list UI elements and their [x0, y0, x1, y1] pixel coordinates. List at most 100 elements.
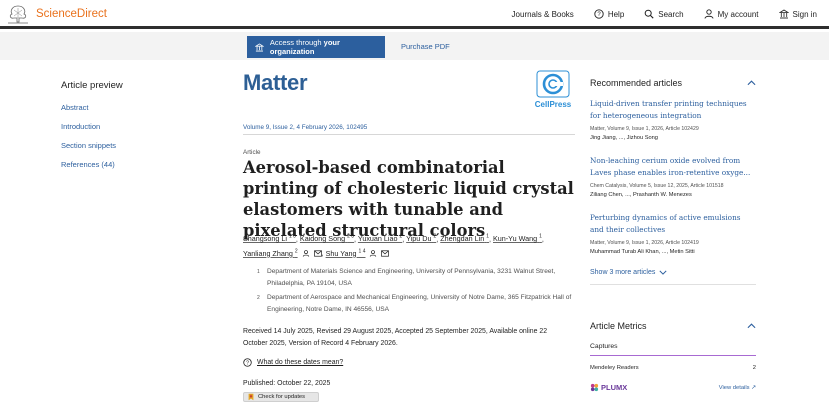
author-name: Shu Yang [325, 248, 357, 258]
author-link[interactable]: Yanliang Zhang 2 [243, 248, 298, 258]
affiliation: 2 Department of Aerospace and Mechanical … [257, 292, 575, 316]
svg-text:?: ? [597, 12, 601, 18]
mendeley-readers-row: Mendeley Readers 2 [590, 365, 756, 371]
mendeley-value: 2 [752, 365, 756, 371]
article-preview-nav: Article preview Abstract Introduction Se… [61, 80, 181, 179]
introduction-link[interactable]: Introduction [61, 122, 181, 131]
sign-in-link[interactable]: Sign in [778, 9, 817, 19]
author-sup: 1 [539, 234, 542, 240]
my-account-link[interactable]: My account [704, 9, 759, 19]
cellpress-wordmark: CellPress [535, 100, 572, 109]
help-icon: ? [243, 358, 252, 367]
affiliation-sup: 2 [257, 295, 260, 301]
divider [243, 134, 575, 135]
author-sup: 1 [486, 234, 489, 240]
abstract-link[interactable]: Abstract [61, 103, 181, 112]
show-more-label: Show 3 more articles [590, 269, 656, 276]
view-details-label: View details [718, 384, 750, 391]
chevron-down-icon [659, 270, 667, 275]
author-link[interactable]: Shu Yang 1 4 [325, 248, 366, 258]
recommended-title-link[interactable]: Perturbing dynamics of active emulsions … [590, 212, 756, 236]
sciencedirect-logo[interactable]: ScienceDirect [6, 4, 107, 24]
author-sup: 1 4 [358, 248, 366, 255]
check-updates-label: Check for updates [258, 394, 306, 400]
recommended-meta: Matter, Volume 9, Issue 1, 2026, Article… [590, 126, 699, 132]
institution-icon [778, 9, 789, 19]
published-date: Published: October 22, 2025 [243, 380, 331, 387]
elsevier-tree-icon [6, 4, 30, 24]
external-link-icon: ↗ [751, 384, 756, 391]
brand-name: ScienceDirect [36, 8, 107, 20]
email-icon[interactable] [381, 250, 390, 257]
author-name: Yipu Du [406, 234, 432, 244]
help-link[interactable]: ? Help [594, 9, 624, 19]
references-link[interactable]: References (44) [61, 160, 181, 169]
recommended-title-link[interactable]: Non-leaching cerium oxide evolved from L… [590, 155, 756, 179]
plumx-icon [590, 383, 599, 392]
author-sup: 2 [433, 234, 437, 240]
article-metrics: Article Metrics Captures Mendeley Reader… [590, 321, 756, 392]
metrics-title: Article Metrics [590, 321, 647, 331]
article-dates: Received 14 July 2025, Revised 29 August… [243, 328, 548, 347]
svg-text:?: ? [246, 360, 249, 366]
purchase-pdf-link[interactable]: Purchase PDF [401, 42, 450, 51]
access-through-organization-button[interactable]: Access through your organization [247, 36, 385, 58]
affiliation-sup: 1 [257, 269, 260, 275]
cellpress-logo[interactable]: CellPress [531, 70, 575, 110]
access-button-label: Access through your organization [270, 38, 385, 56]
header-nav: Journals & Books ? Help Search My accoun… [512, 9, 817, 19]
author-link[interactable]: Kaidong Song 2 3 [300, 234, 354, 243]
journal-reference-link[interactable]: Volume 9, Issue 2, 4 February 2026, 1024… [243, 124, 367, 131]
author-link[interactable]: Yipu Du 2 [406, 234, 436, 243]
mendeley-label: Mendeley Readers [590, 365, 639, 371]
recommended-authors: Muhammad Turab Ali Khan, ..., Metin Sitt… [590, 249, 695, 255]
check-for-updates-button[interactable]: Check for updates [243, 392, 319, 402]
recommended-meta: Matter, Volume 9, Issue 1, 2026, Article… [590, 240, 699, 246]
section-snippets-link[interactable]: Section snippets [61, 141, 181, 150]
plumx-row: PLUMX View details ↗ [590, 383, 756, 392]
author-list: Shangsong Li 1 3, Kaidong Song 2 3, Yuxu… [243, 234, 544, 258]
crossmark-icon [248, 393, 254, 401]
journals-books-link[interactable]: Journals & Books [512, 10, 574, 19]
article-type: Article [243, 149, 261, 156]
author-name: Yanliang Zhang [243, 248, 293, 258]
recommended-title-link[interactable]: Liquid-driven transfer printing techniqu… [590, 98, 756, 122]
author-link[interactable]: Yuxuan Liao 2 [358, 234, 402, 243]
recommended-item: Non-leaching cerium oxide evolved from L… [590, 155, 756, 198]
search-label: Search [658, 9, 684, 19]
author-link[interactable]: Shangsong Li 1 3 [243, 234, 296, 243]
recommended-title: Recommended articles [590, 78, 683, 88]
journals-label: Journals & Books [511, 9, 574, 19]
author-link[interactable]: Zhengdan Lin 1 [440, 234, 489, 243]
chevron-up-icon [747, 323, 756, 329]
access-prefix: Access through [269, 38, 324, 47]
top-header: ScienceDirect Journals & Books ? Help Se… [0, 0, 829, 29]
account-label: My account [717, 9, 759, 19]
affiliation-text: Department of Aerospace and Mechanical E… [267, 294, 572, 313]
captures-heading: Captures [590, 343, 756, 356]
person-icon [370, 249, 377, 257]
recommended-articles: Recommended articles Liquid-driven trans… [590, 78, 756, 285]
author-name: Shangsong Li [243, 234, 287, 244]
recommended-item: Liquid-driven transfer printing techniqu… [590, 98, 756, 141]
email-icon[interactable] [313, 250, 322, 257]
author-sup: 2 3 [347, 234, 355, 240]
metrics-header[interactable]: Article Metrics [590, 321, 756, 331]
article-preview-title: Article preview [61, 80, 123, 91]
author-sup: 2 [399, 234, 403, 240]
person-icon [704, 9, 714, 19]
plumx-label: PLUMX [601, 383, 628, 392]
author-link[interactable]: Kun-Yu Wang 1 [493, 234, 542, 243]
affiliations: 1 Department of Materials Science and Eng… [257, 266, 575, 318]
recommended-header[interactable]: Recommended articles [590, 78, 756, 88]
what-dates-link[interactable]: ? What do these dates mean? [243, 358, 343, 367]
chevron-up-icon [747, 80, 756, 86]
show-more-articles-button[interactable]: Show 3 more articles [590, 269, 756, 276]
journal-logo[interactable]: Matter [243, 70, 308, 96]
institution-icon [255, 42, 264, 51]
recommended-meta: Chem Catalysis, Volume 5, Issue 12, 2025… [590, 183, 724, 189]
author-sup: 2 [294, 248, 298, 255]
view-details-link[interactable]: View details ↗ [719, 385, 756, 391]
search-link[interactable]: Search [644, 9, 684, 19]
author-name: Yuxuan Liao [357, 234, 398, 244]
